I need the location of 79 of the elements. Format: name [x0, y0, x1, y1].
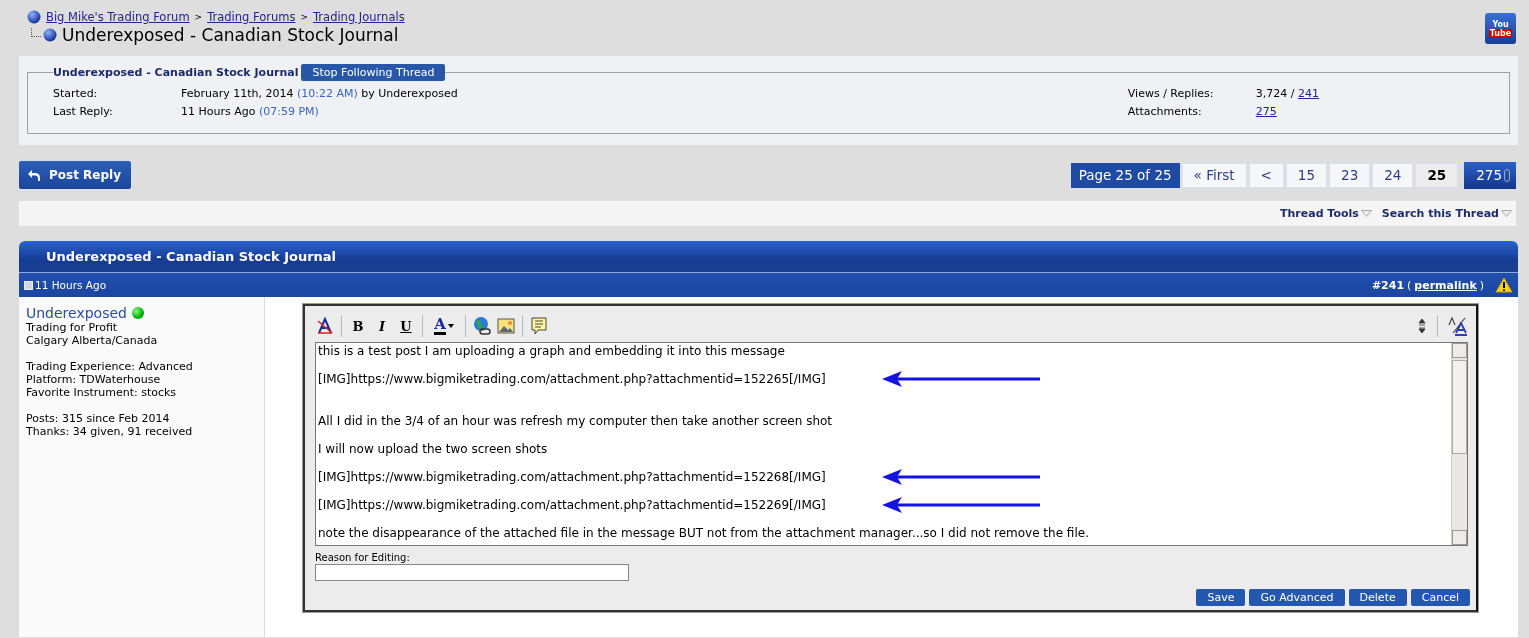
page-link[interactable]: <: [1248, 162, 1284, 188]
message-line: [IMG]https://www.bigmiketrading.com/attachment.php?attachmentid=152269[/IMG]: [318, 498, 826, 512]
reason-label: Reason for Editing:: [315, 552, 411, 563]
resize-icon[interactable]: [1417, 317, 1427, 335]
editor-button[interactable]: Save: [1196, 589, 1246, 606]
count-link[interactable]: 241: [1298, 87, 1319, 100]
info-value: by Underexposed: [360, 87, 458, 100]
paperclip-icon: [1504, 168, 1510, 182]
info-label: Attachments:: [1127, 104, 1203, 120]
warning-icon[interactable]: [1495, 277, 1513, 293]
follow-button[interactable]: Stop Following Thread: [301, 64, 446, 81]
post-time: 11 Hours Ago: [35, 279, 107, 291]
quote-icon[interactable]: [529, 316, 549, 336]
message-line: [IMG]https://www.bigmiketrading.com/attachment.php?attachmentid=152265[/IMG]: [318, 372, 826, 386]
breadcrumb-separator: >: [300, 12, 308, 22]
editor-button[interactable]: Delete: [1348, 589, 1407, 606]
info-value: February 11th, 2014: [181, 87, 295, 100]
breadcrumb-link[interactable]: Trading Forums: [207, 10, 296, 24]
italic-button[interactable]: I: [372, 316, 392, 336]
user-detail: Favorite Instrument: stocks: [26, 386, 178, 399]
dropdown-triangle-icon: [1360, 210, 1372, 217]
dropdown-caret-icon[interactable]: [447, 324, 454, 328]
thread-menu[interactable]: Search this Thread: [1381, 207, 1512, 220]
document-icon: [24, 280, 33, 290]
message-line: All I did in the 3/4 of an hour was refresh my computer then take another screen shot: [318, 414, 833, 428]
message-line: this is a test post I am uploading a graph and embedding it into this message: [318, 344, 785, 358]
image-icon[interactable]: [496, 316, 516, 336]
user-detail: Trading Experience: Advanced: [26, 360, 194, 373]
post-header: Underexposed - Canadian Stock Journal: [19, 241, 1518, 273]
info-time: (10:22 AM): [297, 87, 358, 100]
page-link[interactable]: 15: [1285, 162, 1328, 188]
page-link[interactable]: 23: [1329, 162, 1371, 188]
editor-button[interactable]: Cancel: [1410, 589, 1470, 606]
globe-icon: [43, 28, 57, 42]
editor-button[interactable]: Go Advanced: [1249, 589, 1345, 606]
globe-link-icon[interactable]: [472, 316, 492, 336]
info-value: 11 Hours Ago: [181, 105, 257, 118]
font-color-button[interactable]: A: [429, 316, 459, 336]
post-reply-button[interactable]: Post Reply: [19, 161, 131, 189]
bracket: (: [1407, 278, 1412, 292]
bold-button[interactable]: B: [348, 316, 368, 336]
underline-button[interactable]: U: [396, 316, 416, 336]
user-detail: Thanks: 34 given, 91 received: [26, 425, 194, 438]
info-label: Views / Replies:: [1127, 86, 1215, 102]
breadcrumb-link[interactable]: Big Mike's Trading Forum: [46, 10, 190, 24]
page-link[interactable]: 24: [1372, 162, 1414, 188]
bracket: ): [1479, 278, 1484, 292]
message-line: [IMG]https://www.bigmiketrading.com/attachment.php?attachmentid=152268[/IMG]: [318, 470, 826, 484]
count-link[interactable]: 275: [1255, 105, 1277, 118]
breadcrumb-separator: >: [194, 12, 203, 22]
post-number: #241: [1371, 278, 1405, 292]
page-title: Underexposed - Canadian Stock Journal: [62, 25, 399, 45]
remove-format-icon[interactable]: [315, 316, 335, 336]
globe-icon: [27, 10, 41, 24]
page-indicator: Page 25 of 25: [1070, 162, 1180, 188]
breadcrumb-link[interactable]: Trading Journals: [313, 10, 405, 24]
user-detail: Trading for Profit: [26, 321, 119, 334]
attachments-button[interactable]: 275: [1464, 161, 1516, 189]
scrollbar[interactable]: [1451, 343, 1467, 545]
username-link[interactable]: Underexposed: [26, 305, 127, 321]
permalink[interactable]: permalink: [1414, 278, 1477, 292]
user-detail: Platform: TDWaterhouse: [26, 373, 162, 386]
dropdown-triangle-icon: [1501, 210, 1512, 217]
user-detail: Calgary Alberta/Canada: [26, 334, 159, 347]
user-detail: Posts: 315 since Feb 2014: [26, 412, 171, 425]
info-label: Started:: [53, 86, 99, 102]
thread-title: Underexposed - Canadian Stock Journal: [53, 66, 299, 79]
info-value: 3,724 /: [1255, 87, 1296, 100]
info-time: (07:59 PM): [258, 105, 319, 118]
info-label: Last Reply:: [53, 104, 114, 120]
switch-mode-icon[interactable]: [1448, 316, 1468, 336]
thread-menu[interactable]: Thread Tools: [1280, 207, 1372, 220]
reply-arrow-icon: [27, 168, 41, 182]
page-link[interactable]: 25: [1415, 162, 1459, 188]
page-link[interactable]: « First: [1181, 162, 1247, 188]
youtube-badge[interactable]: You Tube: [1485, 13, 1516, 44]
message-line: I will now upload the two screen shots: [318, 442, 548, 456]
reason-field[interactable]: [315, 564, 629, 581]
message-line: note the disappearance of the attached file in the message BUT not from the attachment manager...so I did not remove the file.: [318, 526, 1089, 540]
